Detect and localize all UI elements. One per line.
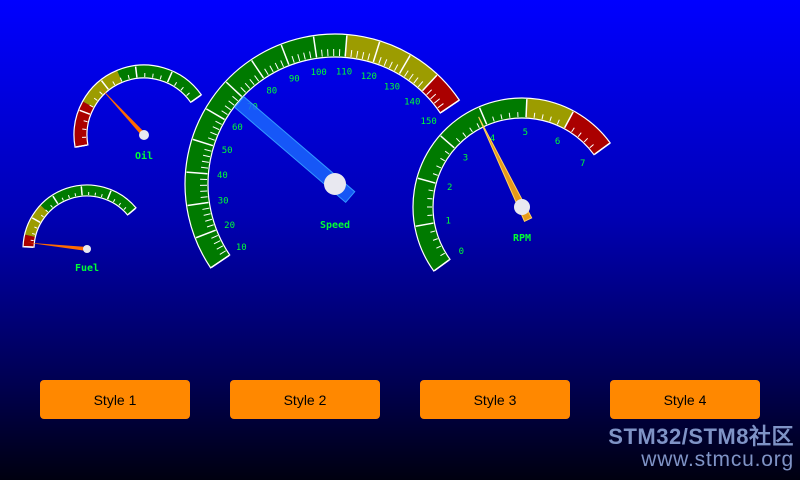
rpm-tick-label: 5 [523, 128, 528, 138]
oil-gauge: Oil [73, 64, 203, 162]
speed-tick-label: 20 [224, 221, 235, 231]
watermark: STM32/STM8社区 www.stmcu.org [608, 424, 794, 471]
rpm-tick-label: 6 [555, 137, 560, 147]
style-1-button[interactable]: Style 1 [40, 380, 190, 419]
oil-minor-tick [152, 73, 154, 78]
speed-tick-label: 100 [311, 68, 327, 78]
rpm-tick-label: 7 [580, 159, 585, 169]
rpm-gauge: 01234567RPM [412, 97, 612, 272]
style-4-button[interactable]: Style 4 [610, 380, 760, 419]
fuel-major-tick [80, 186, 83, 196]
speed-tick-label: 140 [404, 98, 420, 108]
fuel-needle-hub [83, 245, 91, 253]
speed-tick-label: 60 [232, 123, 243, 133]
rpm-tick-label: 1 [445, 216, 450, 226]
style-3-button[interactable]: Style 3 [420, 380, 570, 419]
fuel-gauge: Fuel [22, 184, 137, 274]
speed-tick-label: 120 [361, 72, 377, 82]
speed-needle-hub [324, 173, 346, 195]
rpm-needle-hub [514, 199, 530, 215]
fuel-minor-tick [74, 193, 77, 197]
speed-tick-label: 10 [236, 243, 247, 253]
watermark-url: www.stmcu.org [641, 448, 794, 471]
speed-tick-label: 40 [217, 171, 228, 181]
fuel-needle [27, 242, 88, 251]
speed-tick-label: 90 [289, 75, 300, 85]
style-2-button[interactable]: Style 2 [230, 380, 380, 419]
rpm-tick-label: 0 [459, 247, 464, 257]
watermark-title: STM32/STM8社区 [608, 424, 794, 449]
speed-gauge-label: Speed [320, 220, 350, 231]
fuel-gauge-label: Fuel [75, 263, 99, 274]
oil-zone-yellow-1 [82, 70, 123, 108]
speed-tick-label: 80 [266, 86, 277, 96]
speed-minor-tick [200, 196, 208, 198]
rpm-minor-tick [508, 112, 511, 118]
oil-zone-green-2 [117, 65, 202, 103]
oil-needle-hub [139, 130, 149, 140]
rpm-minor-tick [533, 112, 536, 118]
speed-tick-label: 30 [218, 196, 229, 206]
oil-zone-red-0 [73, 101, 95, 148]
speed-tick-label: 110 [336, 67, 352, 77]
rpm-major-tick [525, 99, 528, 118]
rpm-tick-label: 2 [447, 183, 452, 193]
rpm-gauge-label: RPM [513, 233, 531, 244]
rpm-tick-label: 3 [463, 154, 468, 164]
speed-tick-label: 130 [384, 82, 400, 92]
speed-minor-tick [321, 49, 323, 57]
speed-tick-label: 150 [421, 117, 437, 127]
speed-tick-label: 50 [222, 146, 233, 156]
oil-gauge-label: Oil [135, 150, 153, 162]
oil-needle [97, 84, 146, 137]
